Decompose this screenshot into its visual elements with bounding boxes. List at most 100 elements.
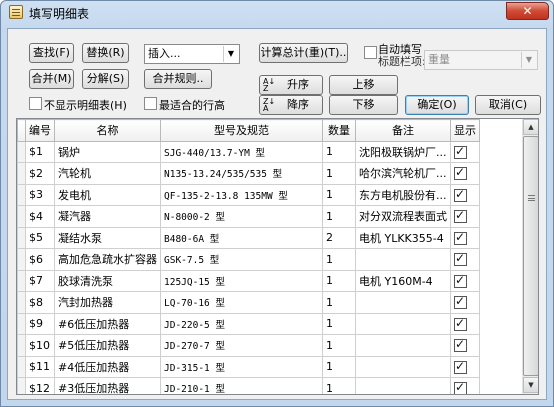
hide-detail-checkbox[interactable] [29,97,42,110]
cell-name[interactable]: #3低压加热器 [54,377,161,394]
move-up-button[interactable]: 上移 [329,75,398,95]
vertical-scrollbar[interactable]: ▲ ▼ [522,119,538,394]
table-row[interactable]: $11 #4低压加热器 JD-315-1 型1 [17,355,480,378]
show-checkbox[interactable] [454,337,467,352]
cell-qty[interactable]: 1 [322,248,356,271]
cell-number[interactable]: $11 [25,355,55,378]
cell-qty[interactable]: 1 [322,269,356,292]
show-checkbox[interactable] [454,208,467,223]
cell-spec[interactable]: JD-270-7 型 [160,334,323,357]
cell-note[interactable] [355,291,451,314]
cell-spec[interactable]: B480-6A 型 [160,226,323,249]
cell-spec[interactable]: N-8000-2 型 [160,205,323,228]
column-header-name[interactable]: 名称 [54,119,161,142]
cell-note[interactable] [355,355,451,378]
find-button[interactable]: 查找(F) [29,43,74,63]
cell-name[interactable]: 汽封加热器 [54,291,161,314]
cell-qty[interactable]: 1 [322,183,356,206]
row-selector[interactable] [17,226,26,249]
row-selector[interactable] [17,183,26,206]
show-checkbox[interactable] [454,294,467,309]
best-fit-checkbox[interactable] [144,97,157,110]
chevron-down-icon[interactable]: ▼ [223,46,238,62]
row-selector[interactable] [17,355,26,378]
scroll-up-icon[interactable]: ▲ [523,119,538,135]
cell-qty[interactable]: 1 [322,377,356,394]
cell-number[interactable]: $1 [25,140,55,163]
show-checkbox[interactable] [454,380,467,394]
cell-qty[interactable]: 2 [322,226,356,249]
column-header-spec[interactable]: 型号及规范 [160,119,323,142]
cell-spec[interactable]: JD-220-5 型 [160,312,323,335]
cell-note[interactable]: 对分双流程表面式 [355,205,451,228]
cell-note[interactable] [355,377,451,394]
calc-total-button[interactable]: 计算总计(重)(T).. [259,43,348,63]
scroll-thumb[interactable] [523,136,538,376]
row-selector[interactable] [17,205,26,228]
cell-name[interactable]: #4低压加热器 [54,355,161,378]
table-row[interactable]: $9 #6低压加热器 JD-220-5 型1 [17,312,480,335]
insert-combo[interactable]: 插入... ▼ [144,44,240,64]
cell-number[interactable]: $9 [25,312,55,335]
row-selector[interactable] [17,140,26,163]
cancel-button[interactable]: 取消(C) [475,95,541,115]
table-row[interactable]: $8 汽封加热器 LQ-70-16 型1 [17,291,480,314]
row-selector[interactable] [17,377,26,394]
cell-note[interactable]: 电机 Y160M-4 [355,269,451,292]
cell-spec[interactable]: JD-315-1 型 [160,355,323,378]
title-field-combo[interactable]: 重量 ▼ [424,50,538,70]
cell-name[interactable]: 高加危急疏水扩容器 [54,248,161,271]
cell-note[interactable]: 哈尔滨汽轮机厂... [355,162,451,185]
cell-qty[interactable]: 1 [322,312,356,335]
sort-desc-button[interactable]: Z↓ A 降序 [259,95,323,115]
cell-note[interactable]: 电机 YLKK355-4 [355,226,451,249]
cell-qty[interactable]: 1 [322,355,356,378]
table-row[interactable]: $1 锅炉 SJG-440/13.7-YM 型 1 沈阳极联锅炉厂... [17,140,480,163]
cell-number[interactable]: $5 [25,226,55,249]
column-header-show[interactable]: 显示 [450,119,480,142]
cell-qty[interactable]: 1 [322,291,356,314]
replace-button[interactable]: 替换(R) [82,43,129,63]
cell-number[interactable]: $10 [25,334,55,357]
cell-number[interactable]: $6 [25,248,55,271]
show-checkbox[interactable] [454,273,467,288]
chevron-down-icon[interactable]: ▼ [521,52,536,68]
show-checkbox[interactable] [454,316,467,331]
table-row[interactable]: $6 高加危急疏水扩容器 GSK-7.5 型1 [17,248,480,271]
column-header-number[interactable]: 编号 [25,119,55,142]
table-row[interactable]: $3 发电机 QF-135-2-13.8 135MW 型 1 东方电机股份有... [17,183,480,206]
row-selector[interactable] [17,312,26,335]
show-checkbox[interactable] [454,359,467,374]
cell-number[interactable]: $2 [25,162,55,185]
row-selector[interactable] [17,248,26,271]
cell-note[interactable]: 东方电机股份有... [355,183,451,206]
row-selector[interactable] [17,269,26,292]
cell-number[interactable]: $12 [25,377,55,394]
cell-spec[interactable]: 125JQ-15 型 [160,269,323,292]
cell-qty[interactable]: 1 [322,162,356,185]
cell-qty[interactable]: 1 [322,334,356,357]
show-checkbox[interactable] [454,230,467,245]
cell-note[interactable] [355,312,451,335]
cell-note[interactable]: 沈阳极联锅炉厂... [355,140,451,163]
cell-name[interactable]: 锅炉 [54,140,161,163]
cell-spec[interactable]: SJG-440/13.7-YM 型 [160,140,323,163]
cell-name[interactable]: 汽轮机 [54,162,161,185]
scroll-down-icon[interactable]: ▼ [523,377,538,393]
row-selector[interactable] [17,162,26,185]
cell-spec[interactable]: JD-210-1 型 [160,377,323,394]
cell-name[interactable]: #5低压加热器 [54,334,161,357]
cell-note[interactable] [355,334,451,357]
table-row[interactable]: $5 凝结水泵 B480-6A 型 2 电机 YLKK355-4 [17,226,480,249]
split-button[interactable]: 分解(S) [82,69,129,89]
move-down-button[interactable]: 下移 [329,95,398,115]
show-checkbox[interactable] [454,251,467,266]
show-checkbox[interactable] [454,187,467,202]
show-checkbox[interactable] [454,165,467,180]
cell-name[interactable]: 发电机 [54,183,161,206]
table-row[interactable]: $10 #5低压加热器 JD-270-7 型1 [17,334,480,357]
title-bar[interactable]: 填写明细表 ✕ [1,1,553,23]
cell-name[interactable]: 胶球清洗泵 [54,269,161,292]
merge-button[interactable]: 合并(M) [29,69,74,89]
cell-number[interactable]: $3 [25,183,55,206]
